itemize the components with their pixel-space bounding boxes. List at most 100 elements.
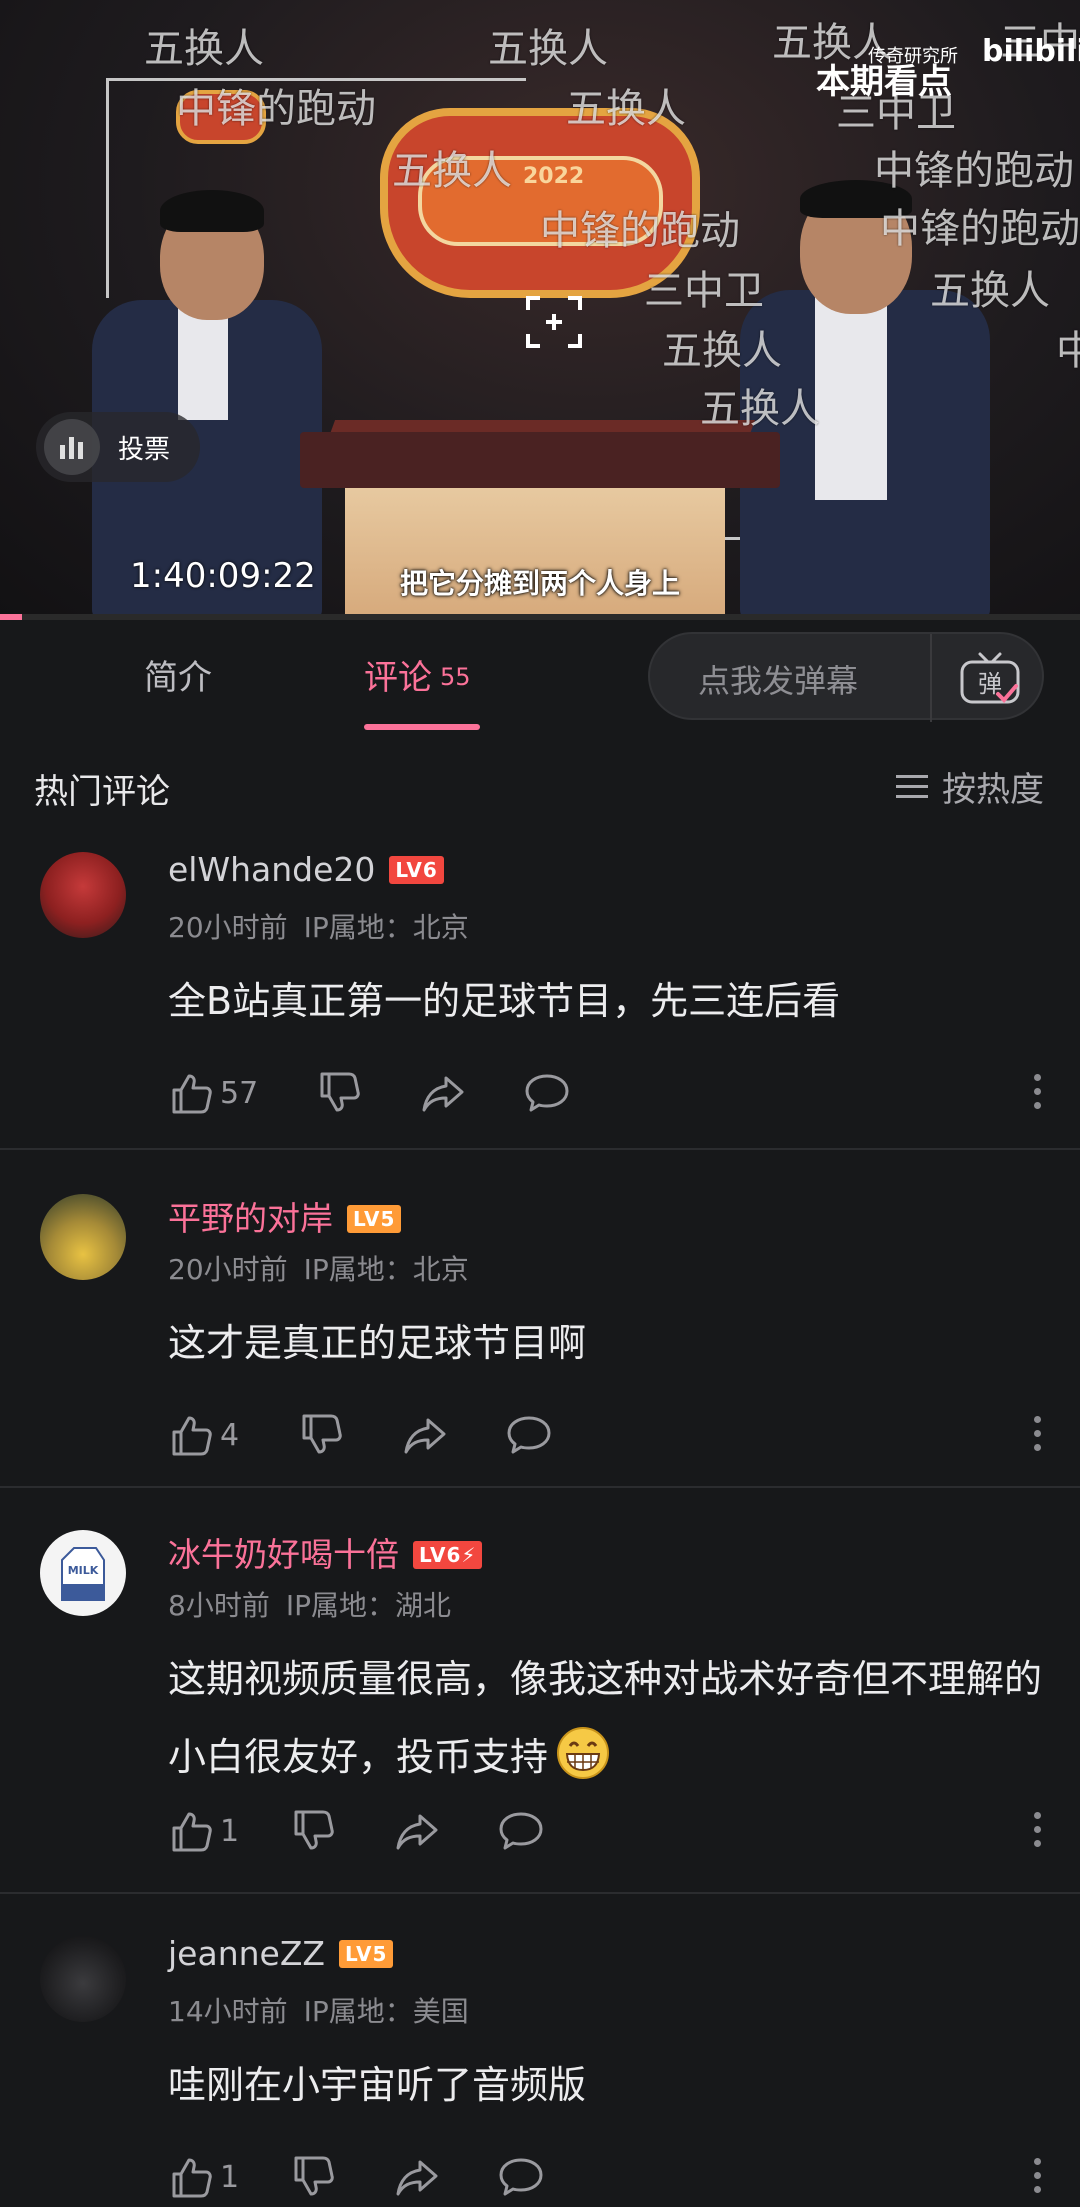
danmaku-text: 中 bbox=[1056, 328, 1080, 374]
comment-username[interactable]: elWhande20 LV6 bbox=[168, 850, 444, 889]
thumbs-down-icon bbox=[302, 1414, 342, 1454]
comment-meta: 20小时前 IP属地：北京 bbox=[168, 906, 469, 946]
comment-time: 14小时前 bbox=[168, 1995, 288, 2028]
danmaku-text: 五换人 bbox=[144, 26, 264, 72]
danmaku-toggle-button[interactable]: 弹 bbox=[958, 648, 1022, 708]
share-icon bbox=[404, 1418, 446, 1454]
comment-meta: 20小时前 IP属地：北京 bbox=[168, 1248, 469, 1288]
danmaku-input[interactable]: 点我发弹幕 弹 bbox=[648, 632, 1044, 722]
dislike-button[interactable] bbox=[290, 1806, 336, 1856]
comment-actions: 4 bbox=[168, 1410, 1048, 1460]
tab-intro[interactable]: 简介 bbox=[144, 650, 212, 699]
comment-item: 平野的对岸 LV5 20小时前 IP属地：北京 这才是真正的足球节目啊 4 bbox=[0, 1180, 1080, 1480]
dislike-button[interactable] bbox=[298, 1410, 344, 1460]
level-badge: LV5 bbox=[339, 1940, 394, 1968]
avatar[interactable] bbox=[40, 1936, 126, 2022]
like-button[interactable]: 4 bbox=[168, 1410, 239, 1460]
tab-comments-label: 评论 bbox=[364, 658, 432, 698]
tab-bar: 简介 评论 55 点我发弹幕 弹 bbox=[0, 620, 1080, 738]
dislike-button[interactable] bbox=[290, 2152, 336, 2202]
dislike-button[interactable] bbox=[316, 1068, 362, 1118]
hot-comments-header: 热门评论 按热度 bbox=[0, 738, 1080, 838]
danmaku-text: 三中卫 bbox=[644, 268, 764, 314]
milk-carton-icon: MILK bbox=[61, 1547, 105, 1601]
danmaku-text: 五换人 bbox=[488, 26, 608, 72]
vote-label: 投票 bbox=[118, 434, 171, 465]
more-options-icon[interactable] bbox=[1032, 2156, 1042, 2196]
comment-username[interactable]: jeanneZZ LV5 bbox=[168, 1934, 394, 1973]
comment-divider bbox=[0, 1148, 1080, 1150]
like-button[interactable]: 57 bbox=[168, 1068, 258, 1118]
chat-bubble-icon bbox=[525, 1074, 569, 1112]
logo-year: 2022 bbox=[523, 164, 585, 189]
avatar[interactable]: MILK bbox=[40, 1530, 126, 1616]
danmaku-text: 五换人 bbox=[700, 386, 820, 432]
danmaku-input-separator bbox=[930, 634, 932, 722]
level-badge: LV5 bbox=[347, 1205, 402, 1233]
share-icon bbox=[422, 1076, 464, 1112]
comment-content[interactable]: 哇刚在小宇宙听了音频版 bbox=[168, 2046, 1048, 2124]
share-button[interactable] bbox=[394, 1806, 440, 1856]
more-options-icon[interactable] bbox=[1032, 1810, 1042, 1850]
comment-meta: 14小时前 IP属地：美国 bbox=[168, 1990, 469, 2030]
danmaku-text: 五换人 bbox=[392, 148, 512, 194]
comment-ip-location: IP属地：北京 bbox=[303, 1253, 469, 1286]
comment-count-badge: 55 bbox=[440, 663, 471, 691]
studio-table bbox=[300, 432, 780, 488]
thumbs-down-icon bbox=[294, 2156, 334, 2196]
level-badge: LV6 bbox=[389, 856, 444, 884]
avatar[interactable] bbox=[40, 852, 126, 938]
reply-button[interactable] bbox=[498, 2152, 544, 2202]
sort-menu-icon bbox=[896, 774, 928, 800]
comment-time: 20小时前 bbox=[168, 911, 288, 944]
comment-username[interactable]: 冰牛奶好喝十倍 LV6⚡ bbox=[168, 1528, 483, 1576]
chat-bubble-icon bbox=[507, 1416, 551, 1454]
like-count: 57 bbox=[220, 1075, 259, 1111]
comment-divider bbox=[0, 1486, 1080, 1488]
share-button[interactable] bbox=[402, 1410, 448, 1460]
share-button[interactable] bbox=[420, 1068, 466, 1118]
comment-divider bbox=[0, 1892, 1080, 1894]
active-tab-indicator bbox=[364, 724, 480, 730]
comment-username[interactable]: 平野的对岸 LV5 bbox=[168, 1192, 402, 1240]
bar-chart-icon bbox=[44, 419, 100, 475]
video-timecode: 1:40:09:22 bbox=[130, 556, 316, 596]
video-player[interactable]: 2022 五换人 五换人 五换人 五换人 中锋的跑动 五换人 三中卫 中锋的跑动… bbox=[0, 0, 1080, 620]
danmaku-text: 中锋的跑动 bbox=[874, 148, 1074, 194]
avatar[interactable] bbox=[40, 1194, 126, 1280]
thumbs-up-icon bbox=[172, 1812, 212, 1852]
sort-by-hot-button[interactable]: 按热度 bbox=[896, 762, 1044, 811]
danmaku-text: 五换人 bbox=[566, 86, 686, 132]
avatar-label: MILK bbox=[68, 1564, 99, 1577]
comment-content[interactable]: 全B站真正第一的足球节目，先三连后看 bbox=[168, 962, 1048, 1040]
channel-name: 传奇研究所 bbox=[868, 46, 958, 67]
comment-content[interactable]: 这期视频质量很高，像我这种对战术好奇但不理解的小白很友好，投币支持 bbox=[168, 1640, 1048, 1796]
share-button[interactable] bbox=[394, 2152, 440, 2202]
vote-button[interactable]: 投票 bbox=[36, 412, 200, 482]
hot-comments-title: 热门评论 bbox=[34, 772, 170, 812]
like-button[interactable]: 1 bbox=[168, 2152, 239, 2202]
thumbs-up-icon bbox=[172, 1074, 212, 1114]
comment-actions: 1 bbox=[168, 2152, 1048, 2202]
more-options-icon[interactable] bbox=[1032, 1414, 1042, 1454]
tab-comments[interactable]: 评论 55 bbox=[364, 650, 471, 699]
comment-item: MILK 冰牛奶好喝十倍 LV6⚡ 8小时前 IP属地：湖北 这期视频质量很高，像我… bbox=[0, 1516, 1080, 1886]
username-text: 平野的对岸 bbox=[168, 1199, 333, 1238]
danmaku-placeholder: 点我发弹幕 bbox=[698, 662, 859, 700]
bilibili-logo: bilibili bbox=[982, 34, 1080, 69]
comment-content[interactable]: 这才是真正的足球节目啊 bbox=[168, 1304, 1048, 1382]
comment-time: 8小时前 bbox=[168, 1589, 270, 1622]
thumbs-down-icon bbox=[320, 1072, 360, 1112]
chat-bubble-icon bbox=[499, 2158, 543, 2196]
reply-button[interactable] bbox=[498, 1806, 544, 1856]
thumbs-up-icon bbox=[172, 2158, 212, 2198]
comment-time: 20小时前 bbox=[168, 1253, 288, 1286]
more-options-icon[interactable] bbox=[1032, 1072, 1042, 1112]
danmaku-text: 中锋的跑动 bbox=[540, 208, 740, 254]
like-count: 4 bbox=[220, 1417, 240, 1453]
like-button[interactable]: 1 bbox=[168, 1806, 239, 1856]
username-text: 冰牛奶好喝十倍 bbox=[168, 1535, 399, 1574]
reply-button[interactable] bbox=[524, 1068, 570, 1118]
reply-button[interactable] bbox=[506, 1410, 552, 1460]
comment-ip-location: IP属地：湖北 bbox=[285, 1589, 451, 1622]
